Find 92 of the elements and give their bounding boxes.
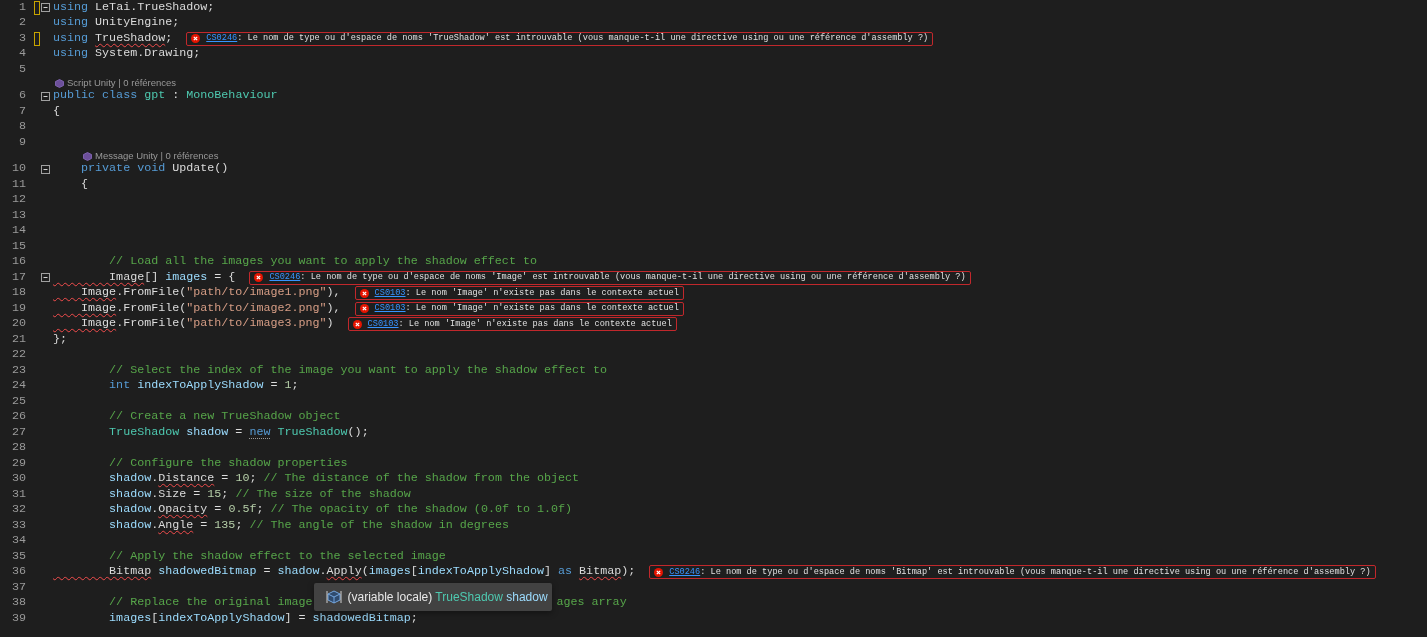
code-line: Bitmap shadowedBitmap = shadow.Apply(images[indexToApplyShadow] as Bitmap); bbox=[108, 563, 636, 581]
error-code-link[interactable]: CS0103 bbox=[374, 286, 406, 300]
codelens-text[interactable]: Script Unity | 0 références bbox=[67, 75, 177, 91]
code-line: { bbox=[80, 176, 89, 193]
error-message: : Le nom de type ou d'espace de noms 'Bitmap' est introuvable (vous manque-t-il une directive using ou une référence d'assembly ?) bbox=[700, 565, 1371, 579]
line-number: 19 bbox=[10, 300, 26, 317]
line-number: 7 bbox=[18, 103, 26, 120]
line-number: 27 bbox=[10, 424, 26, 441]
line-number: 11 bbox=[10, 176, 26, 193]
line-number: 16 bbox=[10, 253, 26, 271]
code-line: images[indexToApplyShadow] = shadowedBitmap; bbox=[108, 610, 418, 627]
code-line: using UnityEngine; bbox=[53, 14, 180, 32]
code-line: public class gpt : MonoBehaviour bbox=[53, 88, 278, 105]
error-icon bbox=[359, 304, 369, 314]
error-code-link[interactable]: CS0246 bbox=[669, 565, 701, 579]
code-line: shadow.Size = 15; // The size of the shadow bbox=[108, 486, 411, 503]
line-number: 35 bbox=[10, 548, 26, 565]
line-number: 5 bbox=[18, 61, 26, 78]
line-number: 17 bbox=[10, 269, 26, 286]
code-line: int indexToApplyShadow = 1; bbox=[108, 377, 299, 395]
line-number: 28 bbox=[10, 439, 26, 457]
line-number: 31 bbox=[10, 486, 26, 503]
line-number: 18 bbox=[10, 284, 26, 302]
line-number: 2 bbox=[18, 14, 26, 32]
collapse-icon[interactable] bbox=[41, 273, 50, 283]
line-number: 4 bbox=[18, 45, 26, 63]
line-number: 36 bbox=[10, 563, 26, 581]
code-line: // Select the index of the image you want to apply the shadow effect to bbox=[108, 362, 608, 379]
code-line: private void Update() bbox=[80, 161, 229, 178]
line-number: 32 bbox=[10, 501, 26, 519]
line-number: 23 bbox=[10, 362, 26, 379]
line-number: 22 bbox=[10, 346, 26, 364]
code-line: shadow.Angle = 135; // The angle of the shadow in degrees bbox=[108, 517, 509, 534]
error-code-link[interactable]: CS0246 bbox=[206, 32, 238, 46]
error-code-link[interactable]: CS0246 bbox=[269, 271, 301, 285]
error-icon bbox=[654, 567, 664, 577]
line-number: 25 bbox=[10, 393, 26, 410]
line-number: 33 bbox=[10, 517, 26, 534]
line-number: 34 bbox=[10, 532, 26, 550]
error-icon bbox=[254, 273, 264, 283]
line-number: 8 bbox=[18, 118, 26, 136]
line-number: 13 bbox=[10, 207, 26, 224]
line-number: 29 bbox=[10, 455, 26, 472]
line-number: 6 bbox=[18, 87, 26, 105]
code-line: }; bbox=[53, 331, 68, 348]
line-number: 14 bbox=[10, 222, 26, 240]
code-line: // Configure the shadow properties bbox=[108, 455, 348, 472]
code-line: TrueShadow shadow = new TrueShadow(); bbox=[108, 424, 369, 441]
error-icon bbox=[352, 319, 362, 329]
collapse-icon[interactable] bbox=[41, 3, 50, 13]
code-line: { bbox=[53, 103, 60, 120]
collapse-icon[interactable] bbox=[41, 164, 50, 174]
code-line: // Load all the images you want to apply the shadow effect to bbox=[108, 253, 537, 271]
code-line: // Create a new TrueShadow object bbox=[108, 408, 341, 426]
line-number: 21 bbox=[10, 331, 26, 348]
line-number: 39 bbox=[10, 610, 26, 627]
line-number: 10 bbox=[10, 160, 26, 178]
line-number: 37 bbox=[10, 579, 26, 596]
line-number: 30 bbox=[10, 470, 26, 488]
line-number: 1 bbox=[18, 0, 26, 16]
error-message: : Le nom 'Image' n'existe pas dans le contexte actuel bbox=[405, 302, 679, 316]
codelens-text[interactable]: Message Unity | 0 références bbox=[95, 148, 219, 164]
code-line: Image.FromFile("path/to/image2.png"), bbox=[80, 300, 341, 317]
code-line: shadow.Opacity = 0.5f; // The opacity of the shadow (0.0f to 1.0f) bbox=[108, 501, 573, 519]
line-number: 24 bbox=[10, 377, 26, 395]
variable-icon bbox=[325, 589, 342, 606]
code-line: Image.FromFile("path/to/image1.png"), bbox=[80, 284, 341, 302]
cube-icon bbox=[55, 78, 64, 88]
error-message: : Le nom de type ou d'espace de noms 'Image' est introuvable (vous manque-t-il une directive using ou une référence d'assembly ?) bbox=[300, 271, 966, 285]
code-line: using LeTai.TrueShadow; bbox=[53, 0, 215, 16]
code-line: using TrueShadow; bbox=[53, 30, 173, 47]
error-code-link[interactable]: CS0103 bbox=[367, 317, 399, 331]
code-line: Image.FromFile("path/to/image3.png") bbox=[80, 315, 334, 333]
code-line: shadow.Distance = 10; // The distance of the shadow from the object bbox=[108, 470, 580, 488]
error-code-link[interactable]: CS0103 bbox=[374, 302, 406, 316]
line-number: 38 bbox=[10, 594, 26, 612]
line-number: 26 bbox=[10, 408, 26, 426]
line-number: 12 bbox=[10, 191, 26, 209]
error-message: : Le nom 'Image' n'existe pas dans le contexte actuel bbox=[398, 317, 672, 331]
code-line: // Apply the shadow effect to the selected image bbox=[108, 548, 446, 565]
line-number: 3 bbox=[18, 30, 26, 47]
cube-icon bbox=[83, 151, 92, 161]
code-line: using System.Drawing; bbox=[53, 45, 201, 63]
line-number: 20 bbox=[10, 315, 26, 333]
error-message: : Le nom de type ou d'espace de noms 'TrueShadow' est introuvable (vous manque-t-il une directive using ou une référence d'assembly ?) bbox=[237, 32, 929, 46]
code-line: Image[] images = { bbox=[108, 269, 236, 286]
error-icon bbox=[191, 34, 201, 44]
error-message: : Le nom 'Image' n'existe pas dans le contexte actuel bbox=[405, 286, 679, 300]
line-number: 9 bbox=[18, 134, 26, 151]
error-icon bbox=[359, 288, 369, 298]
line-number: 15 bbox=[10, 238, 26, 255]
collapse-icon[interactable] bbox=[41, 91, 50, 101]
